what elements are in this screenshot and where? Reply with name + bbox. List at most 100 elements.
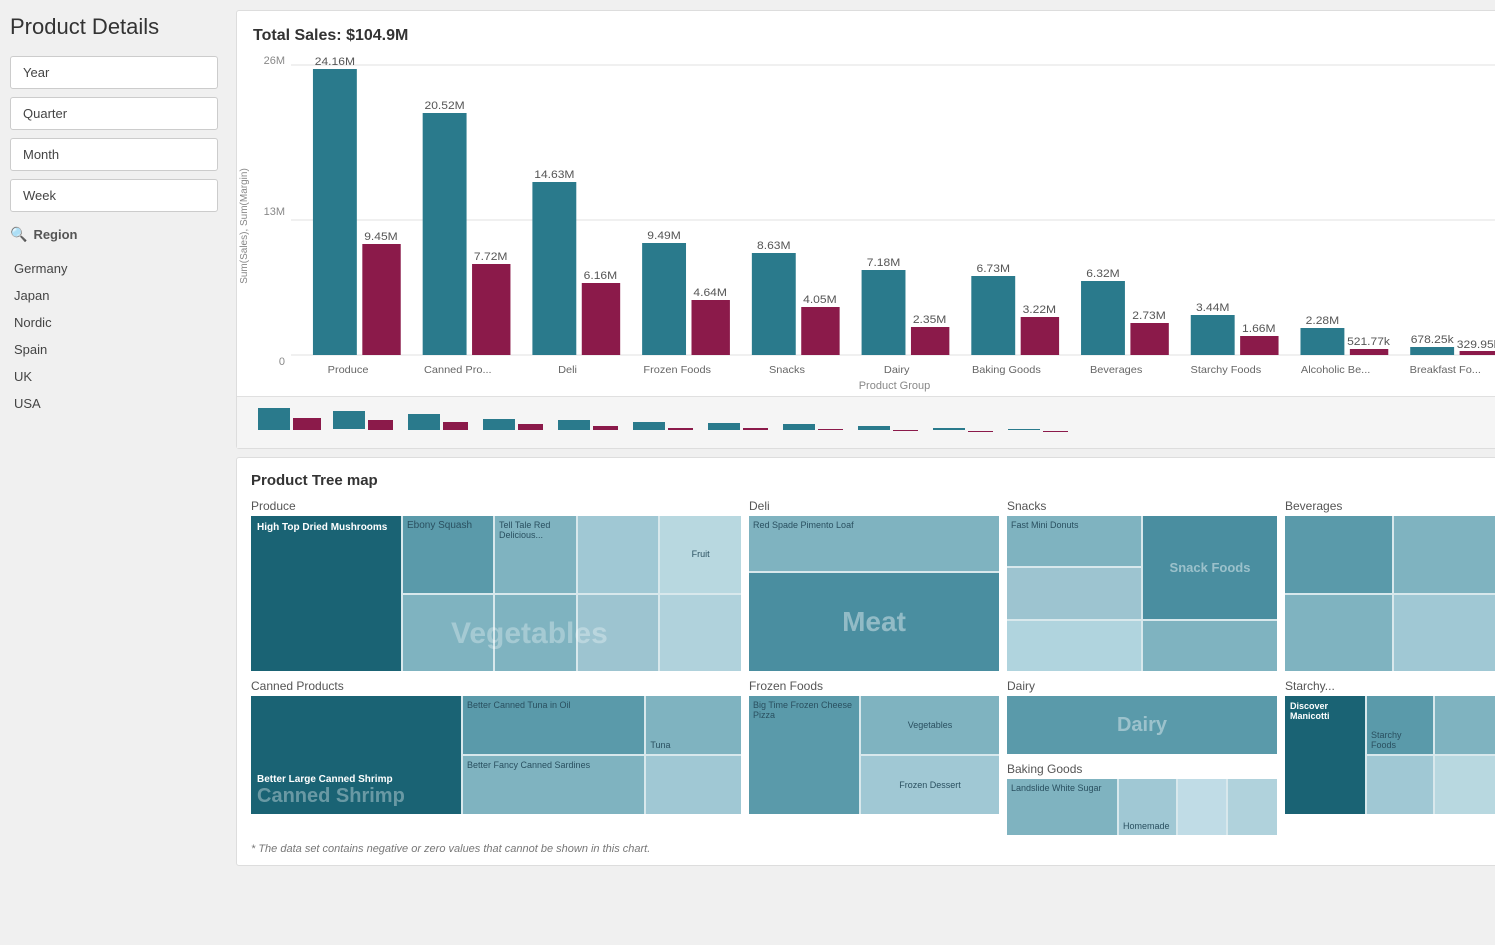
canned-shrimp-box[interactable]: Better Large Canned Shrimp Canned Shrimp (251, 696, 461, 814)
frozen-dessert[interactable]: Frozen Dessert (861, 756, 999, 814)
produce-cell1[interactable] (403, 595, 493, 672)
produce-tell-tale[interactable]: Tell Tale Red Delicious... (495, 516, 576, 593)
canned-cell[interactable] (646, 756, 741, 814)
canned-tuna-label[interactable]: Tuna (646, 696, 741, 754)
produce-ebony-squash[interactable]: Ebony Squash (403, 516, 493, 593)
treemap-col4: Beverages Starchy... Discover Manicotti … (1285, 499, 1495, 835)
svg-text:Frozen Foods: Frozen Foods (643, 365, 711, 375)
svg-text:9.45M: 9.45M (364, 231, 398, 242)
produce-box[interactable]: High Top Dried Mushrooms Ebony Squash Te… (251, 516, 741, 671)
baking-cell2[interactable] (1228, 779, 1277, 835)
beverages-box[interactable] (1285, 516, 1495, 671)
bev-cell4[interactable] (1394, 595, 1495, 672)
snacks-cell3[interactable] (1143, 621, 1277, 671)
baking-box[interactable]: Landslide White Sugar Homemade (1007, 779, 1277, 835)
starchy-cell2[interactable] (1367, 756, 1433, 814)
canned-top-row: Better Canned Tuna in Oil Tuna (463, 696, 741, 754)
region-item-germany[interactable]: Germany (10, 255, 218, 282)
region-label: Region (33, 227, 77, 242)
bev-cell2[interactable] (1394, 516, 1495, 593)
region-header: 🔍 Region (10, 222, 218, 247)
svg-text:Baking Goods: Baking Goods (972, 365, 1041, 375)
dairy-inner-label: Dairy (1117, 714, 1167, 737)
snack-foods-label: Snack Foods (1170, 560, 1251, 575)
snacks-box[interactable]: Fast Mini Donuts Snack Foods (1007, 516, 1277, 671)
bev-cell3[interactable] (1285, 595, 1392, 672)
snacks-cell2[interactable] (1007, 621, 1141, 671)
frozen-veg[interactable]: Vegetables (861, 696, 999, 754)
treemap-card: Product Tree map Produce High Top Dried … (236, 457, 1495, 866)
filter-week[interactable]: Week (10, 179, 218, 212)
snacks-donuts[interactable]: Fast Mini Donuts (1007, 516, 1141, 566)
frozen-pizza[interactable]: Big Time Frozen Cheese Pizza (749, 696, 859, 814)
baking-homemade[interactable]: Homemade (1119, 779, 1176, 835)
svg-text:Produce: Produce (328, 365, 369, 375)
produce-squash-area: Ebony Squash (403, 516, 493, 671)
svg-text:678.25k: 678.25k (1411, 334, 1454, 345)
y-axis-label: Sum(Sales), Sum(Margin) (239, 168, 250, 284)
svg-text:Deli: Deli (558, 365, 577, 375)
filter-month[interactable]: Month (10, 138, 218, 171)
y-tick-26m: 26M (264, 55, 285, 67)
main-content: Total Sales: $104.9M 26M 13M 0 Sum(Sales… (228, 0, 1495, 945)
dairy-box[interactable]: Dairy (1007, 696, 1277, 754)
produce-label: Produce (251, 499, 741, 513)
produce-grid: Tell Tale Red Delicious... Fruit (495, 516, 741, 671)
starchy-box[interactable]: Discover Manicotti Starchy Foods (1285, 696, 1495, 814)
baking-label: Baking Goods (1007, 762, 1277, 776)
chart-scroll-bars (253, 404, 1093, 442)
beverages-label: Beverages (1285, 499, 1495, 513)
region-item-nordic[interactable]: Nordic (10, 309, 218, 336)
svg-text:1.66M: 1.66M (1242, 323, 1276, 334)
region-item-usa[interactable]: USA (10, 390, 218, 417)
treemap-footnote: * The data set contains negative or zero… (251, 843, 1495, 855)
frozen-right: Vegetables Frozen Dessert (861, 696, 999, 814)
svg-text:Alcoholic Be...: Alcoholic Be... (1301, 365, 1370, 375)
svg-text:6.32M: 6.32M (1086, 268, 1120, 279)
svg-text:329.95k: 329.95k (1457, 339, 1495, 350)
filter-quarter[interactable]: Quarter (10, 97, 218, 130)
svg-text:7.18M: 7.18M (867, 257, 901, 268)
produce-cell2[interactable] (578, 516, 659, 593)
region-item-spain[interactable]: Spain (10, 336, 218, 363)
produce-mushrooms[interactable]: High Top Dried Mushrooms (251, 516, 401, 671)
deli-pimento[interactable]: Red Spade Pimento Loaf (749, 516, 999, 571)
produce-cell4[interactable] (578, 595, 659, 672)
baking-section: Baking Goods Landslide White Sugar Homem… (1007, 762, 1277, 835)
deli-meat[interactable]: Meat (749, 573, 999, 671)
page-title: Product Details (10, 10, 218, 44)
baking-cell1[interactable] (1178, 779, 1227, 835)
chart-scroll[interactable] (237, 396, 1495, 448)
starchy-cell1[interactable] (1435, 696, 1495, 754)
snacks-foods[interactable]: Snack Foods (1143, 516, 1277, 619)
region-item-japan[interactable]: Japan (10, 282, 218, 309)
canned-section: Canned Products Better Large Canned Shri… (251, 679, 741, 814)
baking-sugar[interactable]: Landslide White Sugar (1007, 779, 1117, 835)
starchy-label: Starchy... (1285, 679, 1495, 693)
snacks-cell1[interactable] (1007, 568, 1141, 618)
deli-box[interactable]: Red Spade Pimento Loaf Meat (749, 516, 999, 671)
filter-year[interactable]: Year (10, 56, 218, 89)
canned-tuna[interactable]: Better Canned Tuna in Oil (463, 696, 644, 754)
treemap-col2: Deli Red Spade Pimento Loaf Meat Frozen … (749, 499, 999, 835)
starchy-manicotti[interactable]: Discover Manicotti (1285, 696, 1365, 814)
produce-fruit[interactable]: Fruit (660, 516, 741, 593)
produce-cell3[interactable] (495, 595, 576, 672)
frozen-box[interactable]: Big Time Frozen Cheese Pizza Vegetables … (749, 696, 999, 814)
x-axis-label: Product Group (291, 380, 1495, 392)
treemap-col1: Produce High Top Dried Mushrooms Ebony S… (251, 499, 741, 835)
region-item-uk[interactable]: UK (10, 363, 218, 390)
canned-sardines[interactable]: Better Fancy Canned Sardines (463, 756, 644, 814)
y-tick-13m: 13M (264, 206, 285, 218)
produce-cell5[interactable] (660, 595, 741, 672)
canned-box[interactable]: Better Large Canned Shrimp Canned Shrimp… (251, 696, 741, 814)
bev-cell1[interactable] (1285, 516, 1392, 593)
svg-text:521.77k: 521.77k (1347, 336, 1390, 347)
svg-text:3.22M: 3.22M (1023, 304, 1057, 315)
bar-chart-card: Total Sales: $104.9M 26M 13M 0 Sum(Sales… (236, 10, 1495, 449)
canned-shrimp-label: Canned Shrimp (257, 785, 455, 808)
starchy-cell3[interactable] (1435, 756, 1495, 814)
y-tick-0: 0 (279, 356, 285, 368)
starchy-foods-cell[interactable]: Starchy Foods (1367, 696, 1433, 754)
svg-text:Canned Pro...: Canned Pro... (424, 365, 492, 375)
